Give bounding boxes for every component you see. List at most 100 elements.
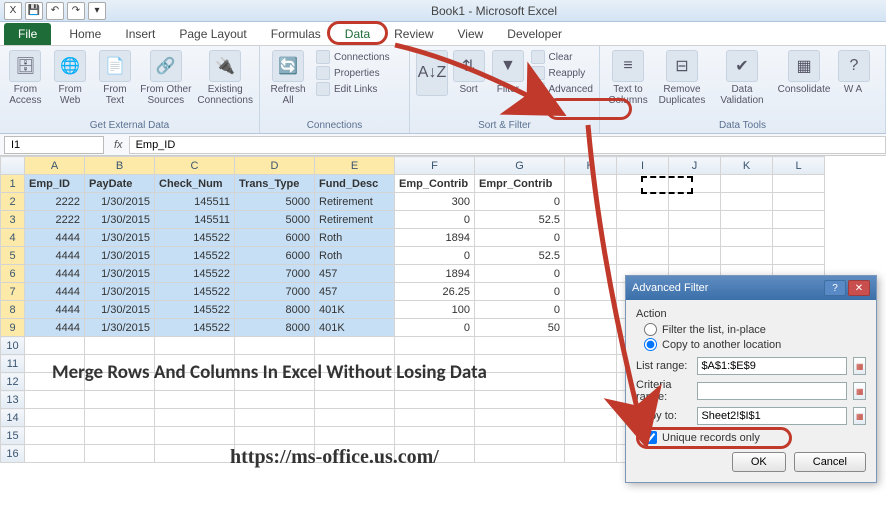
cell-H15[interactable]	[565, 427, 617, 445]
cell-D10[interactable]	[235, 337, 315, 355]
row-header-6[interactable]: 6	[1, 265, 25, 283]
col-header-E[interactable]: E	[315, 157, 395, 175]
col-header-D[interactable]: D	[235, 157, 315, 175]
undo-icon[interactable]: ↶	[46, 2, 64, 20]
qat-dropdown-icon[interactable]: ▾	[88, 2, 106, 20]
cell-H16[interactable]	[565, 445, 617, 463]
cell-I3[interactable]	[617, 211, 669, 229]
cell-B6[interactable]: 1/30/2015	[85, 265, 155, 283]
cell-G3[interactable]: 52.5	[475, 211, 565, 229]
row-header-8[interactable]: 8	[1, 301, 25, 319]
cell-F4[interactable]: 1894	[395, 229, 475, 247]
from-access-button[interactable]: 🗄From Access	[6, 50, 45, 106]
whatif-button[interactable]: ?W A	[838, 50, 868, 95]
cell-D9[interactable]: 8000	[235, 319, 315, 337]
cell-C13[interactable]	[155, 391, 235, 409]
cell-K3[interactable]	[721, 211, 773, 229]
row-header-9[interactable]: 9	[1, 319, 25, 337]
cell-G13[interactable]	[475, 391, 565, 409]
excel-icon[interactable]: X	[4, 2, 22, 20]
dialog-titlebar[interactable]: Advanced Filter ? ✕	[626, 276, 876, 300]
cell-B5[interactable]: 1/30/2015	[85, 247, 155, 265]
cell-E5[interactable]: Roth	[315, 247, 395, 265]
cell-H14[interactable]	[565, 409, 617, 427]
cell-J5[interactable]	[669, 247, 721, 265]
cell-J4[interactable]	[669, 229, 721, 247]
cell-E6[interactable]: 457	[315, 265, 395, 283]
cell-E14[interactable]	[315, 409, 395, 427]
properties-item[interactable]: Properties	[316, 66, 390, 80]
cell-A1[interactable]: Emp_ID	[25, 175, 85, 193]
cell-A16[interactable]	[25, 445, 85, 463]
cell-J2[interactable]	[669, 193, 721, 211]
filter-button[interactable]: ▼Filter	[491, 50, 524, 95]
tab-page-layout[interactable]: Page Layout	[167, 23, 258, 45]
cell-C1[interactable]: Check_Num	[155, 175, 235, 193]
save-icon[interactable]: 💾	[25, 2, 43, 20]
cell-C2[interactable]: 145511	[155, 193, 235, 211]
from-text-button[interactable]: 📄From Text	[96, 50, 135, 106]
cell-I2[interactable]	[617, 193, 669, 211]
cell-F13[interactable]	[395, 391, 475, 409]
row-header-1[interactable]: 1	[1, 175, 25, 193]
cell-L2[interactable]	[773, 193, 825, 211]
col-header-I[interactable]: I	[617, 157, 669, 175]
cell-J1[interactable]	[669, 175, 721, 193]
dialog-help-icon[interactable]: ?	[824, 280, 846, 296]
cell-F14[interactable]	[395, 409, 475, 427]
cell-H2[interactable]	[565, 193, 617, 211]
cell-G4[interactable]: 0	[475, 229, 565, 247]
row-header-10[interactable]: 10	[1, 337, 25, 355]
cell-G10[interactable]	[475, 337, 565, 355]
cell-E4[interactable]: Roth	[315, 229, 395, 247]
cell-D1[interactable]: Trans_Type	[235, 175, 315, 193]
cell-C10[interactable]	[155, 337, 235, 355]
redo-icon[interactable]: ↷	[67, 2, 85, 20]
unique-checkbox[interactable]	[644, 431, 657, 444]
tab-developer[interactable]: Developer	[495, 23, 574, 45]
cell-I1[interactable]	[617, 175, 669, 193]
cell-D13[interactable]	[235, 391, 315, 409]
cell-G6[interactable]: 0	[475, 265, 565, 283]
col-header-A[interactable]: A	[25, 157, 85, 175]
cell-H5[interactable]	[565, 247, 617, 265]
cell-K1[interactable]	[721, 175, 773, 193]
formula-input[interactable]	[129, 136, 886, 154]
cell-E15[interactable]	[315, 427, 395, 445]
tab-view[interactable]: View	[446, 23, 496, 45]
col-header-C[interactable]: C	[155, 157, 235, 175]
cell-C15[interactable]	[155, 427, 235, 445]
col-header-B[interactable]: B	[85, 157, 155, 175]
cell-F10[interactable]	[395, 337, 475, 355]
tab-home[interactable]: Home	[57, 23, 113, 45]
cell-F6[interactable]: 1894	[395, 265, 475, 283]
tab-file[interactable]: File	[4, 23, 51, 45]
list-range-picker-icon[interactable]: ▦	[853, 357, 866, 375]
cell-L1[interactable]	[773, 175, 825, 193]
cell-A3[interactable]: 2222	[25, 211, 85, 229]
criteria-range-picker-icon[interactable]: ▦	[853, 382, 866, 400]
cell-E2[interactable]: Retirement	[315, 193, 395, 211]
cell-B3[interactable]: 1/30/2015	[85, 211, 155, 229]
cell-C6[interactable]: 145522	[155, 265, 235, 283]
cell-C4[interactable]: 145522	[155, 229, 235, 247]
from-web-button[interactable]: 🌐From Web	[51, 50, 90, 106]
cell-F3[interactable]: 0	[395, 211, 475, 229]
tab-data[interactable]: Data	[333, 23, 382, 45]
cell-G1[interactable]: Empr_Contrib	[475, 175, 565, 193]
cell-B16[interactable]	[85, 445, 155, 463]
cell-H9[interactable]	[565, 319, 617, 337]
col-header-G[interactable]: G	[475, 157, 565, 175]
row-header-7[interactable]: 7	[1, 283, 25, 301]
cell-B8[interactable]: 1/30/2015	[85, 301, 155, 319]
cell-D14[interactable]	[235, 409, 315, 427]
cell-F5[interactable]: 0	[395, 247, 475, 265]
cell-L4[interactable]	[773, 229, 825, 247]
sort-button[interactable]: ⇅Sort	[452, 50, 485, 95]
dialog-close-icon[interactable]: ✕	[848, 280, 870, 296]
cell-E3[interactable]: Retirement	[315, 211, 395, 229]
tab-insert[interactable]: Insert	[113, 23, 167, 45]
cell-B14[interactable]	[85, 409, 155, 427]
cell-A6[interactable]: 4444	[25, 265, 85, 283]
cell-H13[interactable]	[565, 391, 617, 409]
